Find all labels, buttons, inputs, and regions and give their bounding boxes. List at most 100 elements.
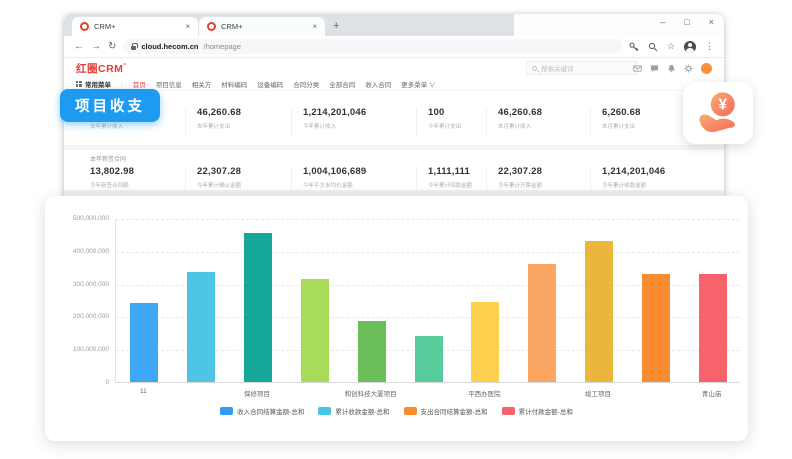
x-axis-category-label: 和创科技大厦项目 (329, 388, 413, 398)
window-maximize-button[interactable]: □ (684, 17, 689, 27)
nav-item[interactable]: 首页 (133, 79, 146, 89)
y-axis-tick-label: 200,000,000 (49, 313, 109, 320)
bookmark-star-icon[interactable]: ☆ (667, 41, 675, 52)
nav-item[interactable]: 材料编码 (221, 79, 247, 89)
stat-label: 今年累计收入 (303, 121, 361, 129)
bar[interactable] (187, 272, 215, 382)
bar[interactable] (301, 279, 329, 382)
legend-item[interactable]: 累计收款金额-总和 (318, 406, 389, 416)
back-icon[interactable]: ← (74, 42, 84, 52)
stat-label: 今年平方米均价金额 (303, 180, 361, 188)
window-close-button[interactable]: × (709, 17, 714, 27)
section-title: 本年新签合同 (90, 154, 126, 163)
tab-crm-2[interactable]: CRM+ × (199, 17, 325, 36)
nav-item[interactable]: 项目信息 (156, 79, 182, 89)
nav-item[interactable]: 更多菜单 ∨ (401, 79, 435, 89)
stat-item: 22,307.28今年累计开票金额 (486, 166, 546, 194)
tab-title: CRM+ (221, 22, 307, 31)
stat-label: 本月累计收入 (498, 121, 539, 129)
stat-label: 去年累计收入 (90, 121, 131, 129)
legend-label: 收入合同结算金额-总和 (237, 406, 304, 416)
nav-item[interactable]: 合同分类 (293, 79, 319, 89)
nav-item[interactable]: 相关方 (192, 79, 212, 89)
crm-favicon (207, 22, 216, 31)
search-icon (532, 66, 537, 71)
nav-item[interactable]: 收入合同 (365, 79, 391, 89)
legend-item[interactable]: 累计付款金额-总和 (502, 406, 573, 416)
y-axis-tick-label: 500,000,000 (49, 215, 109, 222)
y-axis-tick-label: 100,000,000 (49, 346, 109, 353)
chart-card: 收入合同结算金额-总和 累计收款金额-总和 支出合同结算金额-总和 累计付款金额-总和… (45, 196, 748, 441)
stats-row-summary: 23,820.79去年累计收入46,260.68去年累计支出1,214,201,… (64, 91, 724, 145)
search-placeholder: 搜索关键词 (541, 63, 574, 73)
stat-value: 1,214,201,046 (303, 107, 366, 118)
app-search-input[interactable]: 搜索关键词 (526, 61, 638, 75)
legend-label: 累计收款金额-总和 (335, 406, 389, 416)
mail-icon[interactable] (633, 64, 642, 73)
stat-value: 22,307.28 (197, 166, 245, 177)
user-avatar[interactable] (701, 63, 712, 74)
nav-item[interactable]: 设备编码 (257, 79, 283, 89)
browser-menu-icon[interactable]: ⋮ (705, 41, 714, 52)
stat-item: 100今年累计支出 (416, 107, 464, 135)
bar[interactable] (244, 233, 272, 382)
chat-icon[interactable] (650, 64, 659, 73)
zoom-icon[interactable] (648, 42, 658, 52)
bar[interactable] (585, 241, 613, 382)
stat-item: 6,260.68本月累计支出 (590, 107, 641, 135)
reload-icon[interactable]: ↻ (108, 42, 116, 52)
x-axis-category-label: 青山庙 (670, 388, 754, 398)
stat-value: 1,111,111 (428, 166, 476, 177)
x-axis-category-label: 竣工项目 (556, 388, 640, 398)
bar[interactable] (415, 336, 443, 382)
stat-label: 今年累计回款金额 (428, 180, 472, 188)
bar[interactable] (642, 274, 670, 382)
bell-icon[interactable] (667, 64, 676, 73)
legend-item[interactable]: 支出合同结算金额-总和 (404, 406, 488, 416)
stat-value: 13,802.98 (90, 166, 134, 177)
legend-label: 累计付款金额-总和 (519, 406, 573, 416)
stat-label: 今年累计收款金额 (602, 180, 660, 188)
tab-close-icon[interactable]: × (185, 22, 190, 31)
stat-value: 1,214,201,046 (602, 166, 665, 177)
main-nav-bar: 常用菜单 | 首页项目信息相关方材料编码设备编码合同分类全部合同收入合同更多菜单… (64, 78, 724, 91)
tab-close-icon[interactable]: × (312, 22, 317, 31)
legend-label: 支出合同结算金额-总和 (421, 406, 488, 416)
all-menus-button[interactable]: 常用菜单 (76, 79, 111, 89)
money-in-hand-fab[interactable]: ¥ (683, 82, 753, 144)
url-omnibox[interactable]: cloud.hecom.cn/homepage (123, 39, 622, 54)
bar[interactable] (528, 264, 556, 382)
address-bar: ← → ↻ cloud.hecom.cn/homepage ☆ ⋮ (64, 36, 724, 58)
legend-swatch (220, 407, 233, 415)
stat-item: 22,307.28今年累计确认金额 (185, 166, 245, 194)
tab-bar: CRM+ × CRM+ × + – □ × (64, 14, 724, 36)
bar[interactable] (471, 302, 499, 382)
legend-swatch (502, 407, 515, 415)
grid-menu-icon (76, 81, 82, 87)
new-tab-button[interactable]: + (333, 20, 339, 32)
stat-label: 去年累计支出 (197, 121, 238, 129)
stat-item: 46,260.68去年累计支出 (185, 107, 241, 135)
bar[interactable] (699, 274, 727, 382)
key-icon[interactable] (629, 42, 639, 52)
new-contracts-section: 本年新签合同 13,802.98今年新签合同额22,307.28今年累计确认金额… (64, 150, 724, 190)
gridline (116, 219, 740, 220)
stat-value: 22,307.28 (498, 166, 546, 177)
nav-separator: | (121, 81, 123, 88)
app-header: 红圈CRM° 搜索关键词 (64, 58, 724, 78)
browser-profile-avatar[interactable] (684, 41, 696, 53)
nav-item[interactable]: 全部合同 (329, 79, 355, 89)
forward-icon[interactable]: → (91, 42, 101, 52)
yen-symbol: ¥ (719, 97, 728, 114)
window-minimize-button[interactable]: – (660, 17, 665, 27)
legend-item[interactable]: 收入合同结算金额-总和 (220, 406, 304, 416)
tab-crm-1[interactable]: CRM+ × (72, 17, 198, 36)
plot-area (115, 219, 740, 383)
url-path: /homepage (203, 42, 241, 51)
stat-item: 13,802.98今年新签合同额 (90, 166, 134, 189)
stat-item: 1,004,106,689 今年平方米均价金额 (291, 166, 366, 194)
bar[interactable] (130, 303, 158, 382)
bar[interactable] (358, 321, 386, 382)
gear-icon[interactable] (684, 64, 693, 73)
stat-value: 1,004,106,689 (303, 166, 366, 177)
